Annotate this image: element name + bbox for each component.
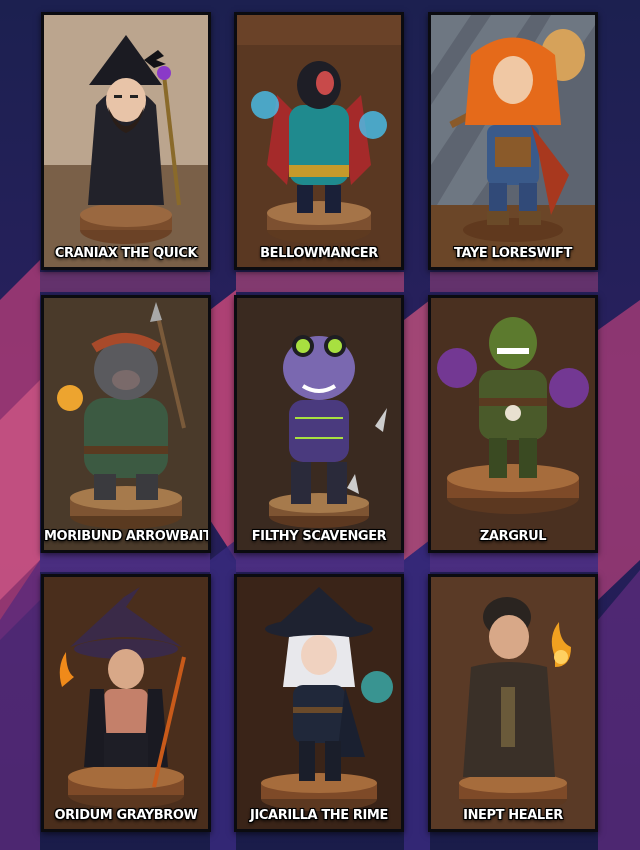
- card-name-label: ORIDUM GRAYBROW: [54, 808, 198, 823]
- card-name-label: CRANIAX THE QUICK: [54, 246, 198, 261]
- card-name-label: MORIBUND ARROWBAIT: [44, 529, 211, 544]
- character-card-taye[interactable]: TAYE LORESWIFT: [428, 12, 598, 270]
- goblin-figure-icon: [237, 298, 401, 550]
- card-name-label: FILTHY SCAVENGER: [251, 529, 387, 544]
- character-card-craniax[interactable]: CRANIAX THE QUICK: [41, 12, 211, 270]
- card-name-label: JICARILLA THE RIME: [250, 808, 388, 823]
- healer-figure-icon: [431, 577, 595, 829]
- card-name-label: ZARGRUL: [479, 529, 547, 544]
- character-card-moribund[interactable]: MORIBUND ARROWBAIT: [41, 295, 211, 553]
- card-name-label: TAYE LORESWIFT: [454, 246, 572, 261]
- character-card-bellowmancer[interactable]: BELLOWMANCER: [234, 12, 404, 270]
- bear-mage-figure-icon: [237, 15, 401, 267]
- character-card-zargrul[interactable]: ZARGRUL: [428, 295, 598, 553]
- dark-wizard-figure-icon: [44, 15, 208, 267]
- fire-mage-figure-icon: [44, 577, 208, 829]
- card-name-label: INEPT HEALER: [463, 808, 563, 823]
- character-card-filthy-scavenger[interactable]: FILTHY SCAVENGER: [234, 295, 404, 553]
- character-card-oridum[interactable]: ORIDUM GRAYBROW: [41, 574, 211, 832]
- orc-figure-icon: [431, 298, 595, 550]
- boar-warrior-figure-icon: [44, 298, 208, 550]
- character-card-inept-healer[interactable]: INEPT HEALER: [428, 574, 598, 832]
- bard-figure-icon: [431, 15, 595, 267]
- card-name-label: BELLOWMANCER: [260, 246, 378, 261]
- character-card-jicarilla[interactable]: JICARILLA THE RIME: [234, 574, 404, 832]
- frost-witch-figure-icon: [237, 577, 401, 829]
